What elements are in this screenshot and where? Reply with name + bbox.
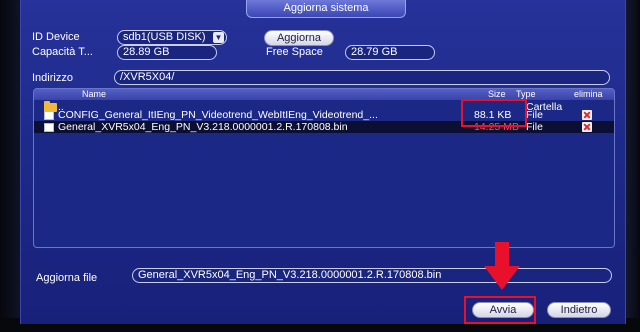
file-list: Name Size Type elimina .. Cartella CONFI… xyxy=(33,88,615,248)
list-item-firmware-file[interactable]: General_XVR5x04_Eng_PN_V3.218.0000001.2.… xyxy=(34,121,614,133)
start-button[interactable]: Avvia xyxy=(472,302,534,318)
delete-button[interactable] xyxy=(582,122,592,132)
screen-bezel-right xyxy=(624,0,640,332)
column-delete: elimina xyxy=(574,89,603,99)
delete-button[interactable] xyxy=(582,110,592,120)
file-name: General_XVR5x04_Eng_PN_V3.218.0000001.2.… xyxy=(58,121,348,133)
screen-bezel-left xyxy=(0,0,22,332)
close-icon xyxy=(582,122,592,132)
file-type: File xyxy=(526,109,543,121)
file-size: 14.25 MB xyxy=(474,121,519,133)
arrow-down-icon xyxy=(484,242,520,290)
capacity-label: Capacità T... xyxy=(32,46,93,58)
file-size: 88.1 KB xyxy=(474,109,512,121)
file-name: CONFIG_General_ItIEng_PN_Videotrend_WebI… xyxy=(58,109,378,121)
column-name[interactable]: Name xyxy=(82,89,106,99)
chevron-down-icon[interactable]: ▼ xyxy=(213,32,224,43)
device-id-select[interactable]: sdb1(USB DISK) ▼ xyxy=(117,30,227,45)
file-type: File xyxy=(526,121,543,133)
free-space-field: 28.79 GB xyxy=(345,45,435,60)
system-upgrade-dialog: Aggiorna sistema ID Device sdb1(USB DISK… xyxy=(20,0,626,324)
file-icon xyxy=(44,111,54,120)
device-id-label: ID Device xyxy=(32,31,80,43)
capacity-field: 28.89 GB xyxy=(117,45,217,60)
list-item-config-file[interactable]: CONFIG_General_ItIEng_PN_Videotrend_WebI… xyxy=(34,109,614,121)
close-icon xyxy=(582,110,592,120)
file-list-header: Name Size Type elimina xyxy=(34,89,614,100)
update-file-field[interactable]: General_XVR5x04_Eng_PN_V3.218.0000001.2.… xyxy=(132,268,612,283)
address-label: Indirizzo xyxy=(32,72,73,84)
address-field[interactable]: /XVR5X04/ xyxy=(114,70,610,85)
device-id-value: sdb1(USB DISK) xyxy=(123,31,206,43)
refresh-button[interactable]: Aggiorna xyxy=(264,30,334,46)
free-space-label: Free Space xyxy=(266,46,323,58)
update-file-label: Aggiorna file xyxy=(36,272,98,284)
column-type[interactable]: Type xyxy=(516,89,536,99)
file-icon xyxy=(44,123,54,132)
dialog-title: Aggiorna sistema xyxy=(246,0,406,18)
back-button[interactable]: Indietro xyxy=(547,302,611,318)
column-size[interactable]: Size xyxy=(488,89,506,99)
